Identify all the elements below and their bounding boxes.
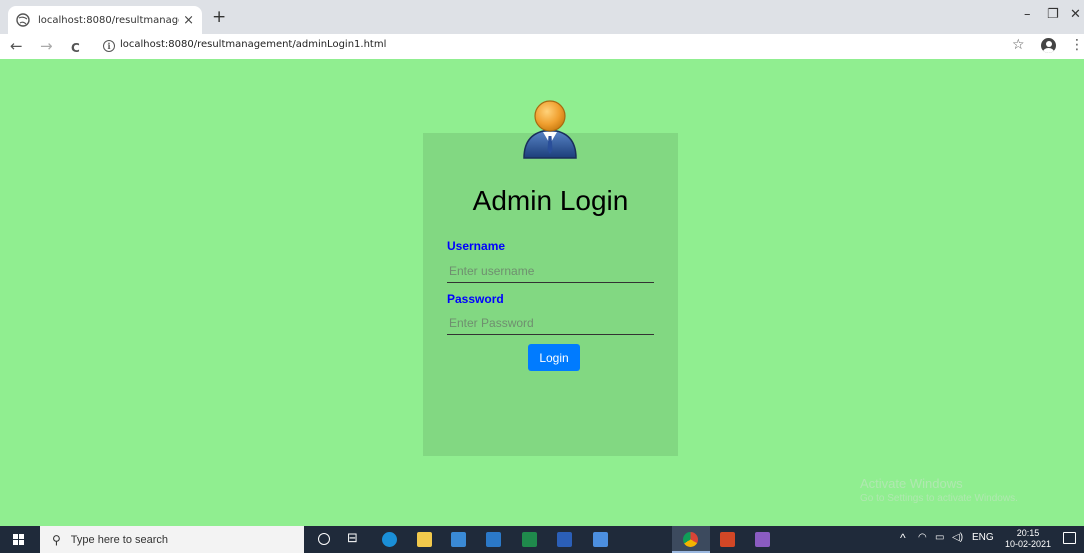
- profile-icon[interactable]: [1041, 38, 1056, 53]
- admin-avatar-icon: [523, 100, 577, 159]
- username-label: Username: [447, 239, 506, 253]
- battery-icon[interactable]: ▭: [935, 532, 944, 543]
- watermark-title: Activate Windows: [860, 476, 963, 491]
- wifi-icon[interactable]: ◠: [918, 532, 927, 543]
- tab-title: localhost:8080/resultmanagemen: [38, 14, 179, 26]
- clock-date: 10-02-2021: [1004, 539, 1052, 549]
- site-icon: [16, 13, 30, 27]
- login-title: Admin Login: [472, 185, 629, 216]
- chrome-icon[interactable]: [683, 532, 698, 547]
- minimize-button[interactable]: –: [1024, 7, 1031, 23]
- back-button[interactable]: ←: [10, 37, 23, 55]
- restore-button[interactable]: ❐: [1047, 7, 1059, 23]
- new-tab-button[interactable]: +: [212, 8, 226, 26]
- taskbar-clock[interactable]: 20:15 10-02-2021: [1000, 528, 1056, 550]
- activate-windows-watermark: Activate Windows Go to Settings to activ…: [860, 476, 1018, 504]
- taskbar-search-box[interactable]: ⚲ Type here to search: [40, 526, 304, 553]
- search-icon: ⚲: [52, 532, 61, 547]
- windows-taskbar: ⚲ Type here to search ⊟ ^ ◠ ▭ ◁) ENG 20:…: [0, 526, 1084, 553]
- password-input[interactable]: [447, 311, 654, 335]
- browser-tab[interactable]: localhost:8080/resultmanagemen ×: [8, 6, 202, 34]
- excel-icon[interactable]: [522, 532, 537, 547]
- powerpoint-icon[interactable]: [720, 532, 735, 547]
- username-input[interactable]: [447, 259, 654, 283]
- password-label: Password: [447, 292, 504, 306]
- cortana-icon[interactable]: [318, 533, 330, 545]
- app-icon[interactable]: [755, 532, 770, 547]
- clock-time: 20:15: [1016, 528, 1040, 538]
- close-window-button[interactable]: ✕: [1070, 7, 1081, 23]
- address-bar[interactable]: localhost:8080/resultmanagement/adminLog…: [120, 39, 386, 50]
- edge-icon[interactable]: [382, 532, 397, 547]
- reload-button[interactable]: C: [71, 39, 80, 57]
- browser-toolbar: ← → C i localhost:8080/resultmanagement/…: [0, 34, 1084, 59]
- taskbar-search-placeholder: Type here to search: [70, 533, 169, 546]
- word-icon[interactable]: [557, 532, 572, 547]
- browser-tab-bar: localhost:8080/resultmanagemen × + – ❐ ✕: [0, 0, 1084, 34]
- language-indicator[interactable]: ENG: [972, 532, 994, 543]
- task-view-icon[interactable]: ⊟: [347, 531, 358, 546]
- file-explorer-icon[interactable]: [417, 532, 432, 547]
- menu-icon[interactable]: ⋮: [1070, 37, 1084, 53]
- volume-icon[interactable]: ◁): [952, 532, 963, 543]
- tab-close-icon[interactable]: ×: [183, 13, 194, 28]
- windows-start-icon[interactable]: [13, 534, 25, 545]
- star-icon[interactable]: ☆: [1012, 37, 1025, 53]
- mail-icon[interactable]: [486, 532, 501, 547]
- photos-icon[interactable]: [593, 532, 608, 547]
- info-icon[interactable]: i: [103, 40, 115, 52]
- login-button[interactable]: Login: [528, 344, 580, 371]
- watermark-subtitle: Go to Settings to activate Windows.: [860, 493, 1018, 504]
- notification-icon[interactable]: [1063, 532, 1076, 544]
- forward-button[interactable]: →: [40, 37, 53, 55]
- store-icon[interactable]: [451, 532, 466, 547]
- tray-chevron-icon[interactable]: ^: [900, 531, 906, 545]
